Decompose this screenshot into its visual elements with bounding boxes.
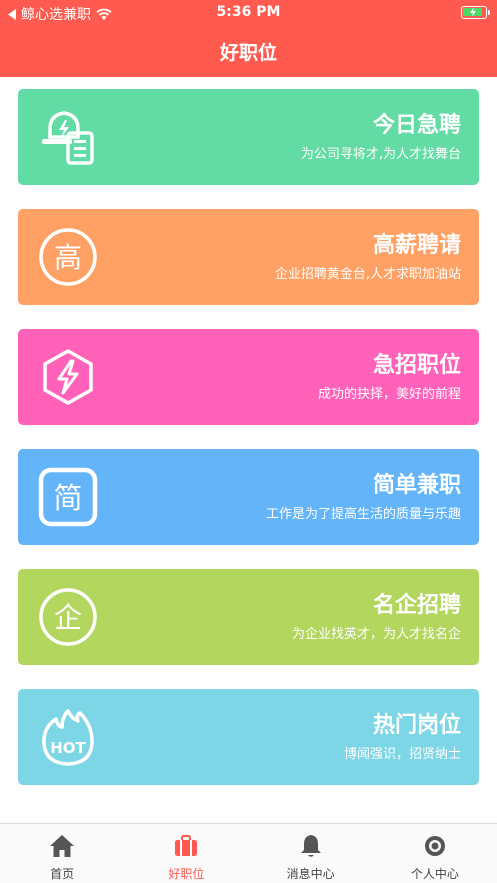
card-subtitle: 工作是为了提高生活的质量与乐趣: [265, 507, 461, 522]
tab-bar: 首页 好职位 消息中心 个人中心: [0, 823, 497, 883]
svg-text:HOT: HOT: [50, 739, 86, 757]
category-card-urgent-positions[interactable]: 急招职位 成功的抉择，美好的前程: [18, 329, 479, 425]
card-subtitle: 博闻强识，招贤纳士: [343, 747, 461, 762]
card-subtitle: 为公司寻将才,为人才找舞台: [300, 147, 461, 162]
user-circle-icon: [424, 836, 445, 856]
card-subtitle: 为企业找英才，为人才找名企: [291, 627, 461, 642]
battery-icon: [461, 6, 490, 19]
lightning-hexagon-icon: [43, 349, 93, 405]
category-card-famous-company[interactable]: 企 名企招聘 为企业找英才，为人才找名企: [18, 569, 479, 665]
tab-label: 好职位: [168, 867, 205, 881]
category-card-urgent[interactable]: 今日急聘 为公司寻将才,为人才找舞台: [18, 89, 479, 185]
tab-label: 消息中心: [286, 867, 335, 881]
card-title: 高薪聘请: [372, 233, 461, 258]
header: 鲸心选兼职 5:36 PM 好职位: [0, 0, 497, 77]
category-card-high-salary[interactable]: 高 高薪聘请 企业招聘黄金台,人才求职加油站: [18, 209, 479, 305]
card-title: 热门岗位: [372, 713, 461, 738]
home-icon: [50, 835, 75, 857]
page-title: 好职位: [219, 42, 277, 64]
tab-home[interactable]: 首页: [0, 824, 124, 883]
category-list: 今日急聘 为公司寻将才,为人才找舞台 高 高薪聘请 企业招聘黄金台,人才求职加油…: [18, 89, 479, 809]
status-time: 5:36 PM: [216, 4, 281, 20]
svg-text:企: 企: [54, 601, 82, 634]
bell-icon: [300, 835, 321, 857]
urgent-hire-icon: [42, 111, 94, 165]
briefcase-icon: [175, 835, 198, 856]
svg-text:简: 简: [53, 481, 82, 515]
card-title: 简单兼职: [372, 473, 461, 498]
tab-label: 个人中心: [410, 867, 459, 881]
high-salary-icon: 高: [39, 228, 97, 286]
tab-label: 首页: [50, 867, 75, 881]
card-subtitle: 成功的抉择，美好的前程: [317, 387, 461, 402]
category-card-hot-positions[interactable]: HOT 热门岗位 博闻强识，招贤纳士: [18, 689, 479, 785]
card-title: 今日急聘: [372, 113, 461, 138]
tab-good-jobs[interactable]: 好职位: [124, 824, 248, 883]
hot-flame-icon: HOT: [42, 709, 94, 766]
tab-profile[interactable]: 个人中心: [373, 824, 497, 883]
card-subtitle: 企业招聘黄金台,人才求职加油站: [274, 267, 461, 282]
tab-messages[interactable]: 消息中心: [249, 824, 373, 883]
card-title: 急招职位: [372, 353, 461, 378]
simple-parttime-icon: 简: [38, 467, 98, 527]
status-bar: 鲸心选兼职 5:36 PM: [0, 0, 497, 26]
card-title: 名企招聘: [372, 593, 461, 618]
svg-text:高: 高: [54, 241, 82, 274]
famous-company-icon: 企: [39, 588, 97, 646]
category-card-simple-parttime[interactable]: 简 简单兼职 工作是为了提高生活的质量与乐趣: [18, 449, 479, 545]
